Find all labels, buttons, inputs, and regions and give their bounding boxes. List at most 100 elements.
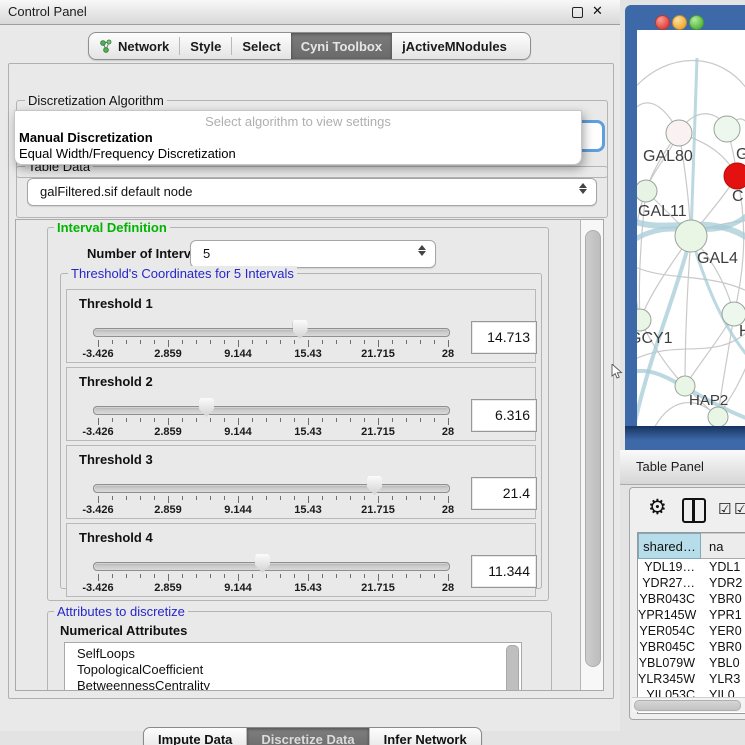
slider-tick: [294, 574, 295, 578]
dropdown-option-manual-discretization[interactable]: Manual Discretization: [19, 130, 153, 145]
slider-tick: [336, 574, 337, 578]
checkbox-checked-icon[interactable]: ☑: [734, 500, 745, 518]
gear-icon[interactable]: ⚙: [648, 496, 667, 520]
threshold-1-value-field[interactable]: 14.713: [471, 321, 537, 354]
cell-shared-name: YDL19…: [638, 559, 701, 575]
table-hscrollbar-thumb[interactable]: [634, 700, 741, 711]
network-edge[interactable]: [637, 266, 745, 292]
tab-select[interactable]: Select: [232, 33, 290, 59]
tab-style[interactable]: Style: [180, 33, 231, 59]
slider-tick: [252, 496, 253, 500]
cyni-toolbox-panel: Discretization Algorithm Select algorith…: [8, 63, 614, 699]
list-item-selfloops[interactable]: SelfLoops: [77, 646, 135, 661]
slider-tick: [322, 574, 323, 578]
slider-tick: [406, 574, 407, 578]
zoom-traffic-light-icon[interactable]: [689, 15, 704, 30]
slider-tick: [392, 574, 393, 578]
network-node-GAL80[interactable]: [666, 120, 692, 146]
table-data-selected-value: galFiltered.sif default node: [40, 184, 192, 199]
slider-tick: [434, 340, 435, 344]
slider-tick: [182, 340, 183, 344]
table-row[interactable]: YPR145WYPR1: [638, 607, 745, 623]
column-header-name[interactable]: na: [701, 533, 745, 559]
close-traffic-light-icon[interactable]: [655, 15, 670, 30]
slider-tick: [266, 418, 267, 422]
control-panel-tabbar: Network Style Select Cyni Toolbox jActiv…: [88, 32, 531, 60]
settings-viewport: Interval Definition Number of Intervals …: [15, 219, 604, 691]
list-item-betweennesscentrality[interactable]: BetweennessCentrality: [77, 678, 210, 691]
dropdown-hint-item[interactable]: Select algorithm to view settings: [15, 114, 581, 129]
cell-shared-name: YBR045C: [638, 639, 701, 655]
threshold-2-block: Threshold 2 -3.4262.8599.14415.4321.7152…: [66, 367, 536, 441]
network-node-GCY1[interactable]: [637, 309, 651, 331]
slider-tick: [168, 496, 169, 503]
table-row[interactable]: YDR27…YDR2: [638, 575, 745, 591]
float-window-icon[interactable]: [572, 7, 583, 18]
network-edge-thick[interactable]: [691, 58, 697, 236]
slider-tick-label: 9.144: [224, 582, 252, 594]
table-hscrollbar-track[interactable]: [632, 697, 745, 712]
slider-tick-label: 21.715: [361, 582, 395, 594]
slider-tick: [378, 496, 379, 503]
table-row[interactable]: YLR345WYLR3: [638, 671, 745, 687]
network-node-GAL11[interactable]: [637, 180, 657, 202]
slider-tick: [252, 418, 253, 422]
tab-cyni-toolbox[interactable]: Cyni Toolbox: [291, 33, 392, 59]
network-node-node-red[interactable]: [724, 163, 745, 189]
threshold-2-value-field[interactable]: 6.316: [471, 399, 537, 432]
network-edge[interactable]: [637, 60, 745, 92]
list-scrollbar-thumb[interactable]: [506, 645, 519, 691]
threshold-2-slider-track[interactable]: [93, 406, 450, 415]
threshold-1-slider-track[interactable]: [93, 328, 450, 337]
threshold-1-label: Threshold 1: [79, 296, 153, 311]
checkbox-checked-icon[interactable]: ☑: [718, 500, 731, 518]
table-data-combobox[interactable]: galFiltered.sif default node: [27, 178, 597, 206]
table-row[interactable]: YBR043CYBR0: [638, 591, 745, 607]
tab-discretize-data[interactable]: Discretize Data: [246, 728, 368, 745]
column-header-shared-name[interactable]: shared…: [638, 533, 701, 559]
tab-impute-data[interactable]: Impute Data: [144, 728, 246, 745]
threshold-4-value-field[interactable]: 11.344: [471, 555, 537, 588]
control-panel-body: Network Style Select Cyni Toolbox jActiv…: [0, 25, 620, 731]
tab-network[interactable]: Network: [89, 33, 179, 59]
network-node-node-b[interactable]: [708, 407, 728, 426]
slider-tick: [378, 340, 379, 347]
bottom-tabbar: Impute Data Discretize Data Infer Networ…: [143, 727, 482, 745]
viewport-scrollbar-thumb[interactable]: [585, 230, 601, 667]
split-columns-icon[interactable]: [682, 498, 706, 523]
close-icon[interactable]: ✕: [592, 3, 603, 19]
number-of-intervals-combobox[interactable]: 5: [190, 240, 436, 268]
network-graph[interactable]: GAL80GACGAL11GAL4GCY1HHAP2: [637, 30, 745, 426]
slider-tick: [196, 418, 197, 422]
tab-jactivemnodules[interactable]: jActiveMNodules: [392, 33, 517, 59]
slider-tick: [434, 418, 435, 422]
table-row[interactable]: YER054CYER0: [638, 623, 745, 639]
slider-tick: [266, 496, 267, 500]
slider-tick: [266, 574, 267, 578]
viewport-scrollbar-track[interactable]: [580, 220, 604, 690]
slider-tick: [182, 574, 183, 578]
network-node-node-ga[interactable]: [714, 116, 740, 142]
slider-tick: [448, 574, 449, 581]
network-node-GAL4[interactable]: [675, 220, 707, 252]
table-row[interactable]: YDL19…YDL1: [638, 559, 745, 575]
slider-tick-label: 2.859: [154, 348, 182, 360]
table-row[interactable]: YBR045CYBR0: [638, 639, 745, 655]
threshold-4-slider-track[interactable]: [93, 562, 450, 571]
tab-infer-network[interactable]: Infer Network: [369, 728, 481, 745]
threshold-3-value-field[interactable]: 21.4: [471, 477, 537, 510]
table-row[interactable]: YBL079WYBL0: [638, 655, 745, 671]
interval-definition-label: Interval Definition: [54, 220, 170, 235]
tab-label: Style: [190, 39, 221, 54]
dropdown-option-equal-width[interactable]: Equal Width/Frequency Discretization: [19, 146, 236, 161]
slider-tick: [196, 496, 197, 500]
attributes-group-label: Attributes to discretize: [54, 604, 188, 619]
slider-tick: [112, 496, 113, 500]
network-window-titlebar[interactable]: [625, 5, 745, 30]
slider-tick-label: 9.144: [224, 426, 252, 438]
network-node-label-node-h: H: [739, 323, 745, 340]
minimize-traffic-light-icon[interactable]: [672, 15, 687, 30]
threshold-3-slider-track[interactable]: [93, 484, 450, 493]
network-canvas[interactable]: GAL80GACGAL11GAL4GCY1HHAP2: [637, 30, 745, 426]
list-item-topologicalcoefficient[interactable]: TopologicalCoefficient: [77, 662, 203, 677]
